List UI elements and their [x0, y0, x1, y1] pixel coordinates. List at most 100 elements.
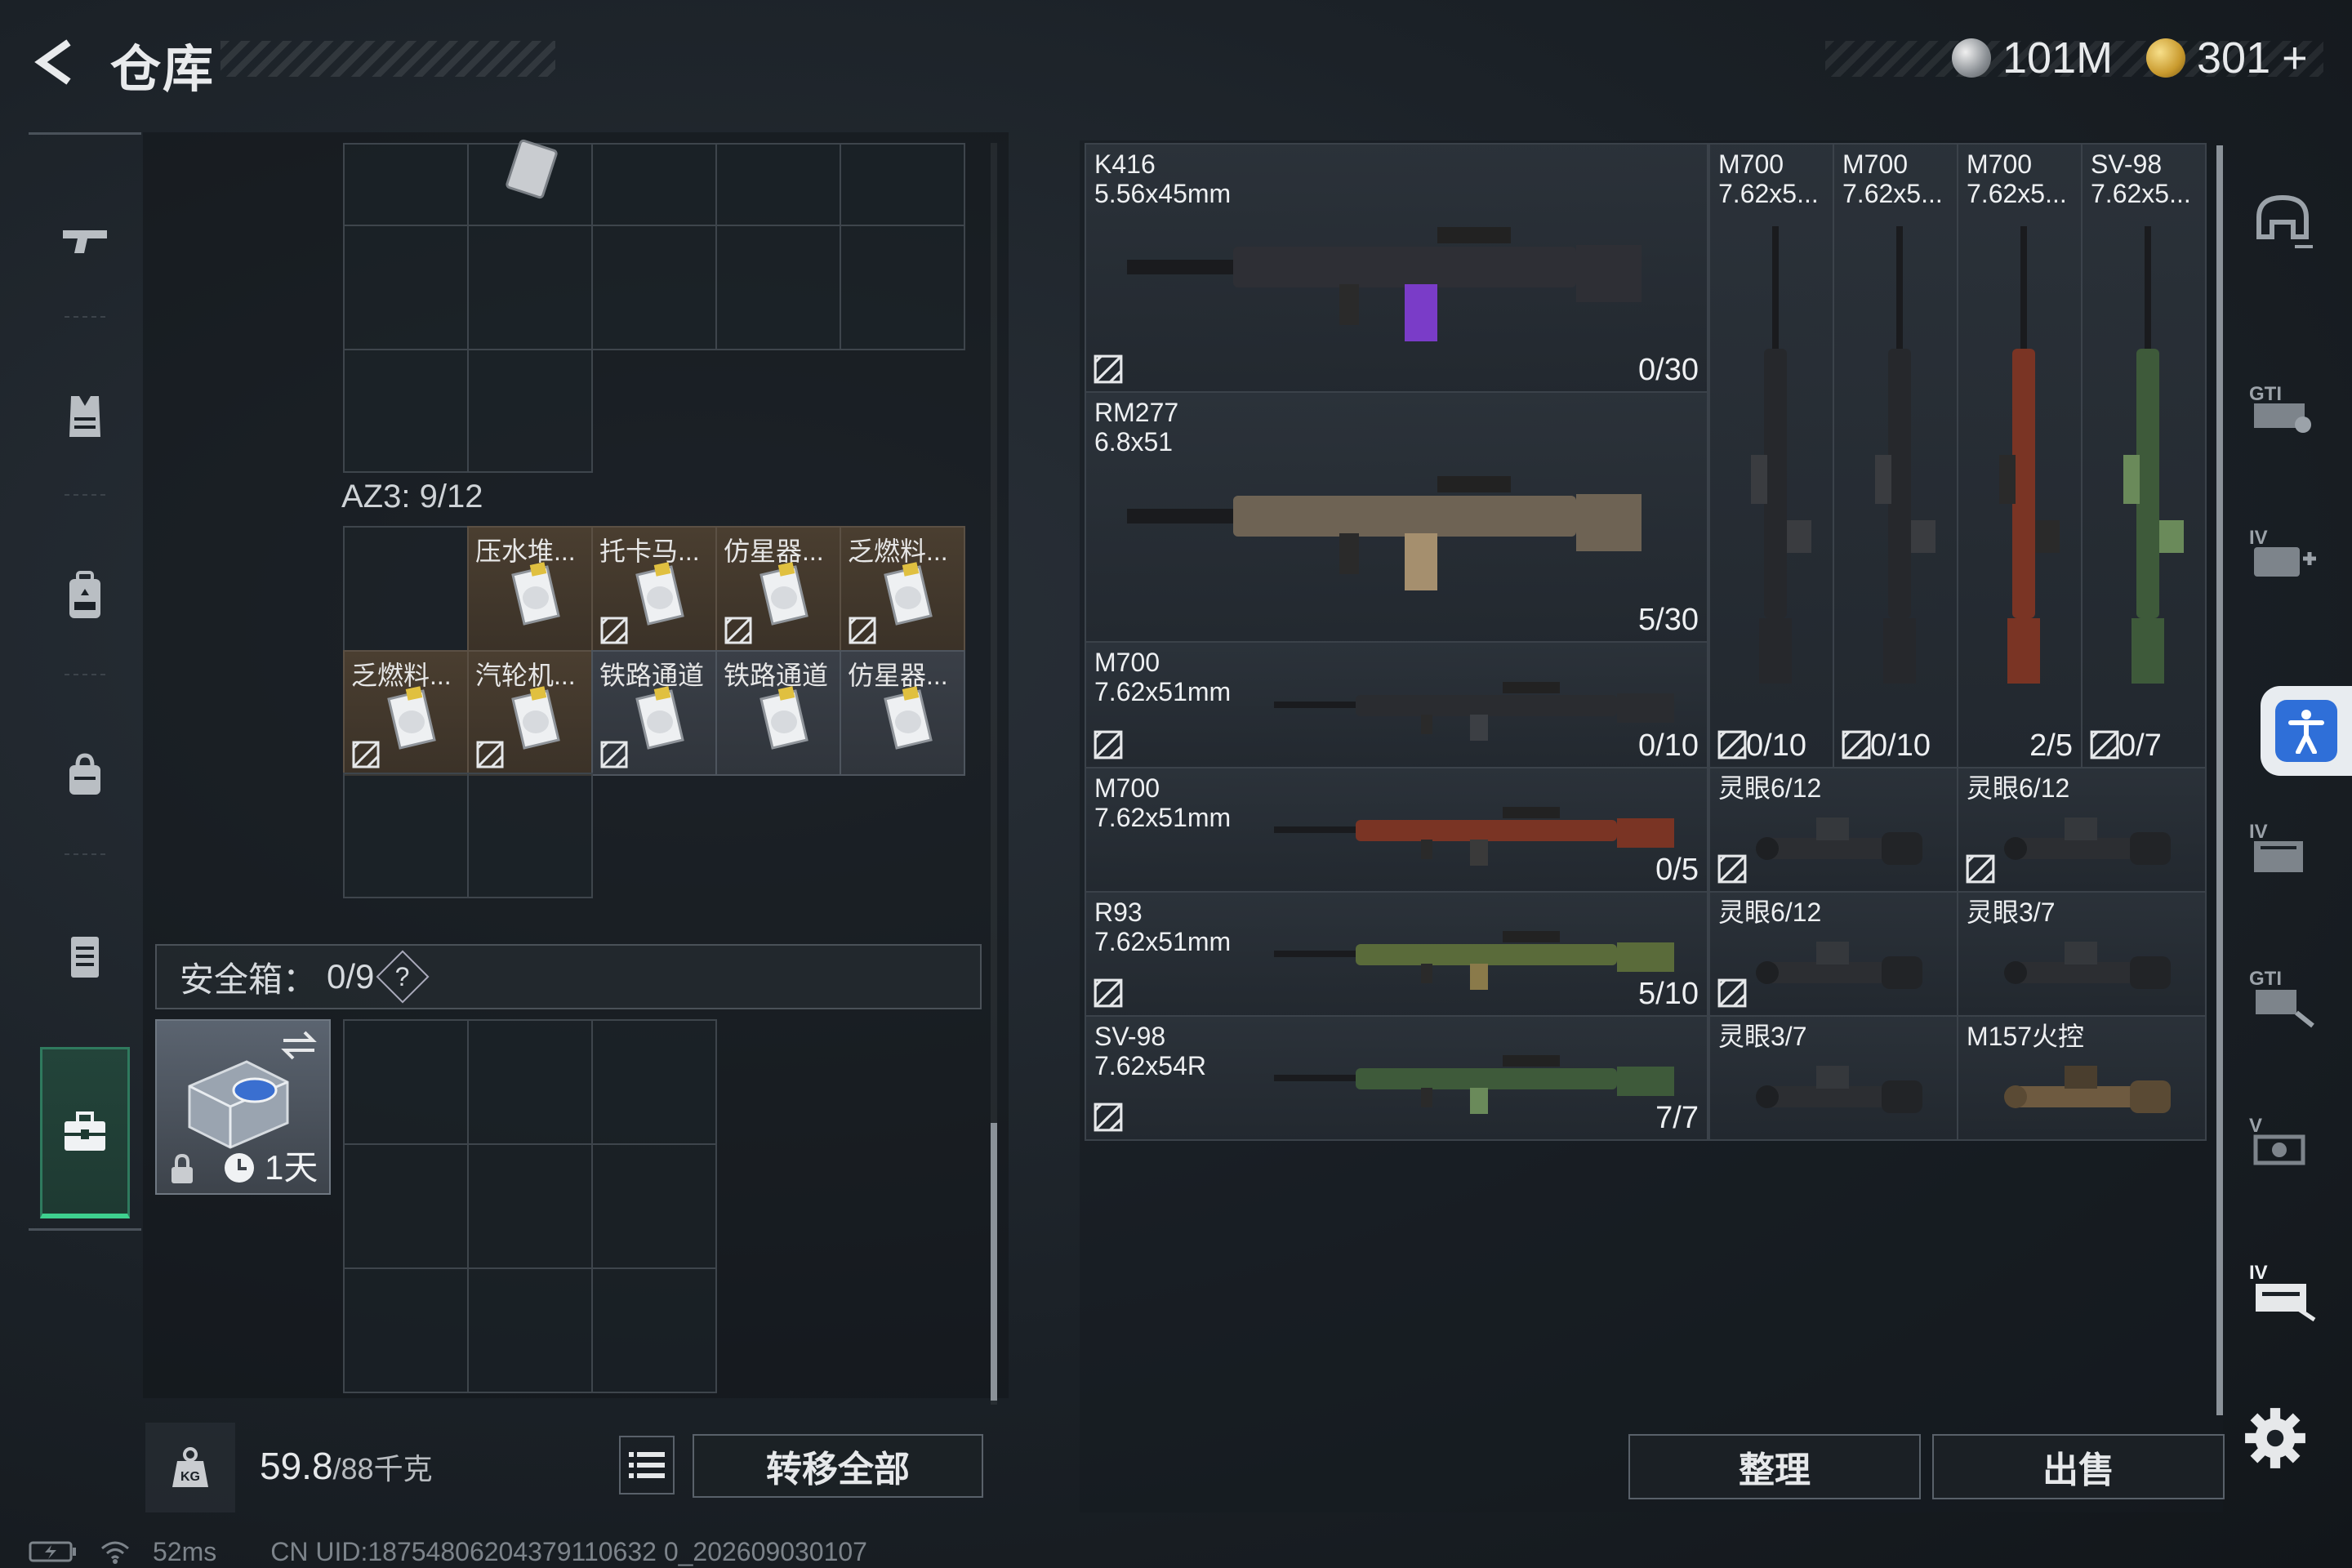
container-item[interactable]: 仿星器... [840, 650, 965, 776]
nav-toolbox[interactable] [40, 1047, 130, 1218]
grid-slot[interactable] [467, 1143, 593, 1269]
settings-gear-icon[interactable] [2242, 1405, 2309, 1472]
tab-iv-medkit[interactable]: IV [2238, 506, 2328, 604]
tab-iv-docs[interactable]: IV [2238, 800, 2328, 898]
list-view-button[interactable] [619, 1436, 675, 1494]
grid-slot[interactable] [591, 1019, 717, 1145]
grid-slot[interactable] [715, 143, 841, 226]
grid-slot[interactable] [467, 1019, 593, 1145]
container-item[interactable]: 铁路通道 [715, 650, 841, 776]
scope-icon [1756, 817, 1922, 865]
grid-slot[interactable] [467, 139, 593, 226]
scope-item[interactable]: 灵眼6/12 [1708, 891, 1958, 1017]
scope-item[interactable]: 灵眼6/12 [1708, 767, 1958, 893]
grid-slot[interactable] [343, 143, 469, 226]
grid-slot[interactable] [467, 349, 593, 473]
grid-slot[interactable] [591, 1267, 717, 1393]
weapon-item[interactable]: RM277 6.8x51 5/30 [1085, 391, 1708, 643]
inventory-scrollbar[interactable] [991, 143, 997, 1405]
grid-slot[interactable] [343, 1143, 469, 1269]
container-item[interactable]: 乏燃料... [343, 650, 469, 776]
container-item[interactable]: 托卡马... [591, 526, 717, 652]
bound-icon [724, 617, 752, 644]
scope-item[interactable]: 灵眼3/7 [1708, 1015, 1958, 1141]
scope-item[interactable]: 灵眼3/7 [1957, 891, 2207, 1017]
data-card-icon [511, 562, 560, 626]
wifi-icon [101, 1541, 129, 1564]
back-button[interactable] [24, 29, 90, 95]
v-repair-icon: V [2249, 1115, 2305, 1165]
nav-divider [65, 674, 105, 675]
weapon-item[interactable]: M700 7.62x51mm 0/5 [1085, 767, 1708, 893]
nav-weapon[interactable] [29, 159, 141, 323]
grid-slot[interactable] [343, 1019, 469, 1145]
safe-box-timer: 1天 [265, 1148, 318, 1187]
bound-icon [1966, 854, 1995, 884]
scope-item[interactable]: 灵眼6/12 [1957, 767, 2207, 893]
safe-container-icon [188, 1060, 289, 1149]
grid-slot[interactable] [840, 143, 965, 226]
safe-box-item[interactable]: 1天 [155, 1019, 331, 1195]
weapon-item-vertical[interactable]: M700 7.62x5... 0/10 [1833, 143, 1958, 768]
container-item[interactable]: 压水堆... [467, 526, 593, 652]
weight-max: /88千克 [332, 1452, 433, 1486]
container-item[interactable]: 乏燃料... [840, 526, 965, 652]
warehouse-scrollbar[interactable] [2216, 145, 2223, 1415]
case-icon [71, 937, 99, 978]
weight-box: KG [145, 1423, 235, 1512]
grid-slot[interactable] [343, 773, 469, 898]
weapon-item[interactable]: K416 5.56x45mm 0/30 [1085, 143, 1708, 393]
nav-backpack[interactable] [29, 514, 141, 678]
weapon-item-vertical[interactable]: M700 7.62x5... 2/5 [1957, 143, 2082, 768]
grid-slot[interactable] [343, 526, 469, 652]
grid-slot[interactable] [467, 225, 593, 350]
nav-vest[interactable] [29, 335, 141, 498]
weapon-item[interactable]: M700 7.62x51mm 0/10 [1085, 641, 1708, 768]
tab-gt1-tools[interactable]: GTI [2238, 947, 2328, 1045]
weapon-item-vertical[interactable]: M700 7.62x5... 0/10 [1708, 143, 1834, 768]
grid-slot[interactable] [343, 349, 469, 473]
help-button[interactable]: ? [376, 950, 430, 1004]
sell-button[interactable]: 出售 [1932, 1434, 2225, 1499]
grid-slot[interactable] [467, 1267, 593, 1393]
data-card-icon [760, 686, 808, 750]
tab-gt1-gear[interactable]: GTI [2238, 359, 2328, 457]
container-item[interactable]: 仿星器... [715, 526, 841, 652]
add-currency-button[interactable]: + [2282, 33, 2308, 83]
grid-slot[interactable] [343, 1267, 469, 1393]
grid-slot[interactable] [467, 773, 593, 898]
grid-slot[interactable] [591, 225, 717, 350]
tab-helmet[interactable] [2238, 172, 2328, 270]
container-item[interactable]: 汽轮机... [467, 650, 593, 776]
weapon-item[interactable]: R93 7.62x51mm 5/10 [1085, 891, 1708, 1017]
nav-case[interactable] [29, 874, 141, 1037]
rifle-icon [2123, 226, 2184, 684]
iv-container-icon: IV [2249, 1262, 2316, 1322]
safe-box-count: 0/9 [327, 957, 375, 996]
data-card-icon [635, 686, 684, 750]
container-item[interactable]: 铁路通道 [591, 650, 717, 776]
transfer-all-button[interactable]: 转移全部 [693, 1434, 983, 1498]
scrollbar-thumb[interactable] [991, 1123, 997, 1401]
scope-icon [1756, 1066, 1922, 1113]
tab-v-repair[interactable]: V [2238, 1094, 2328, 1192]
grid-slot[interactable] [715, 225, 841, 350]
weapon-item-vertical[interactable]: SV-98 7.62x5... 0/7 [2081, 143, 2207, 768]
grid-slot[interactable] [591, 1143, 717, 1269]
data-card-icon [884, 686, 933, 750]
gold-currency[interactable]: 301 + [2146, 29, 2308, 87]
list-icon [629, 1452, 665, 1478]
weapon-name: SV-98 7.62x5... [2091, 149, 2191, 208]
grid-slot[interactable] [343, 225, 469, 350]
iv-medkit-icon: IV [2249, 527, 2316, 577]
accessibility-button[interactable] [2261, 686, 2352, 776]
grid-slot[interactable] [591, 143, 717, 226]
sort-button[interactable]: 整理 [1628, 1434, 1921, 1499]
scope-item[interactable]: M157火控 [1957, 1015, 2207, 1141]
grid-slot[interactable] [840, 225, 965, 350]
lock-icon [172, 1153, 193, 1183]
weapon-item[interactable]: SV-98 7.62x54R 7/7 [1085, 1015, 1708, 1141]
tab-iv-container[interactable]: IV [2238, 1241, 2328, 1339]
status-bar: 52ms CN UID:18754806204379110632 0_20260… [29, 1535, 867, 1568]
nav-bag[interactable] [29, 694, 141, 858]
